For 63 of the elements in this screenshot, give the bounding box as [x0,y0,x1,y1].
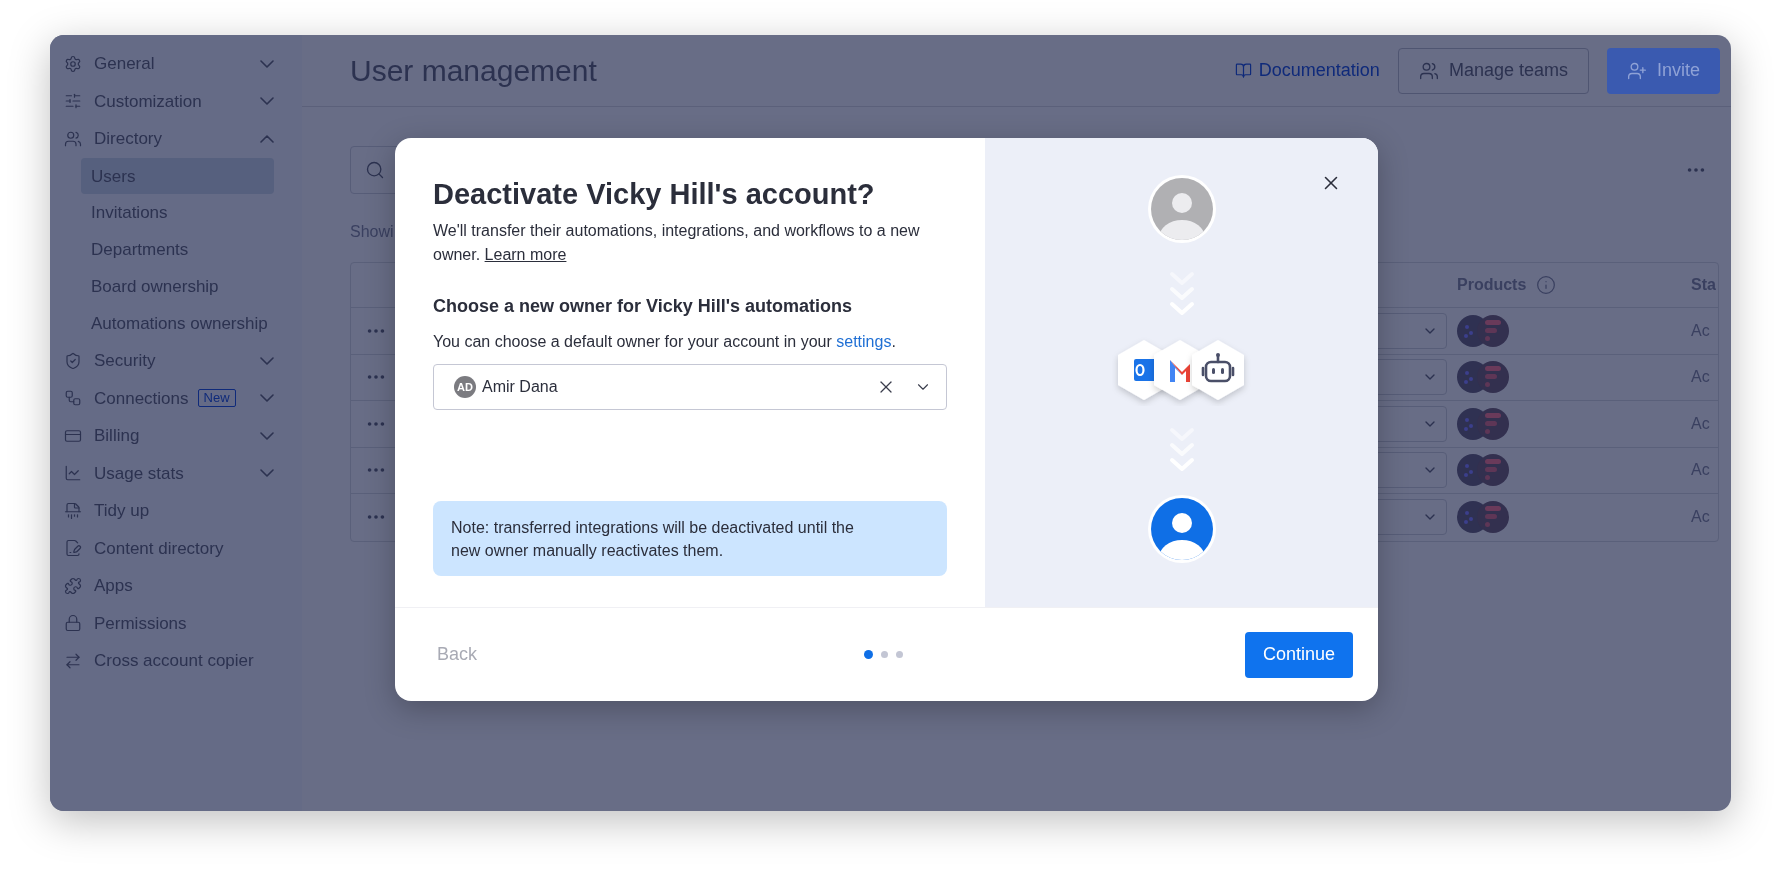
sidebar-item[interactable]: Permissions [50,604,302,642]
sidebar-item[interactable]: General [50,45,302,83]
note-banner: Note: transferred integrations will be deactivated until the new owner manually reactivates them. [433,501,947,576]
documentation-link[interactable]: Documentation [1234,57,1380,84]
selected-owner: Amir Dana [482,377,558,397]
settings-link[interactable]: settings [836,333,892,350]
sidebar-subitem[interactable]: Invitations [81,195,274,231]
section-heading: Choose a new owner for Vicky Hill's automations [433,295,854,318]
owner-select[interactable]: AD Amir Dana [433,364,947,410]
sidebar-item[interactable]: Security [50,342,302,380]
sidebar-item[interactable]: Directory [50,120,302,158]
info-icon [1536,275,1557,295]
continue-button[interactable]: Continue [1244,631,1353,678]
sidebar-item[interactable]: Usage stats [50,454,302,492]
sidebar-item[interactable]: Apps [50,567,302,605]
learn-more-link[interactable]: Learn more [484,246,567,263]
sidebar-item[interactable]: Billing [50,417,302,455]
file-pen-icon [64,539,82,558]
dialog-description: We'll transfer their automations, integrations, and workflows to a new owner. Learn more [433,221,921,265]
sidebar-item[interactable]: Content directory [50,529,302,567]
products-icon [1457,454,1509,487]
shield-icon [64,351,82,370]
shredder-icon [64,501,82,520]
sidebar-subitem[interactable]: Automations ownership [81,305,274,342]
sidebar-item[interactable]: Tidy up [50,492,302,530]
former-owner-avatar [1146,174,1217,244]
dialog-title: Deactivate Vicky Hill's account? [433,177,876,212]
products-icon [1457,314,1509,347]
new-badge: New [197,389,236,408]
products-icon [1457,361,1509,394]
people-icon [1418,60,1439,81]
new-owner-avatar [1146,494,1217,564]
user-initials-avatar: AD [454,376,476,398]
book-icon [1234,62,1252,79]
line-chart-icon [64,464,82,483]
sidebar-item[interactable]: Cross account copier [50,642,302,680]
sidebar-item[interactable]: Connections New [50,379,302,417]
lock-icon [64,614,82,633]
page-title: User management [350,53,597,89]
invite-button[interactable]: Invite [1606,47,1720,94]
chevron-down-icon [260,356,274,365]
chevron-up-icon [260,134,274,143]
add-user-icon [1626,60,1647,81]
people-icon [64,129,82,148]
owner-hint: You can choose a default owner for your account in your settings. [433,332,897,352]
products-icon [1457,501,1509,534]
back-button[interactable]: Back [437,641,478,668]
chevron-down-icon [260,97,274,106]
puzzle-icon [64,576,82,595]
chevron-down-icon [260,431,274,440]
manage-teams-button[interactable]: Manage teams [1397,47,1589,94]
chevron-down-icon [260,59,274,68]
gear-icon [64,54,82,73]
swap-arrows-icon [64,651,82,670]
sidebar-subitem[interactable]: Departments [81,231,274,268]
sidebar-item[interactable]: Customization [50,82,302,120]
nodes-icon [64,389,82,408]
products-icon [1457,407,1509,440]
chevron-down-icon [260,469,274,478]
sliders-icon [64,92,82,111]
search-icon [365,160,385,180]
sidebar-subitem[interactable]: Board ownership [81,268,274,305]
chevron-down-icon [260,394,274,403]
